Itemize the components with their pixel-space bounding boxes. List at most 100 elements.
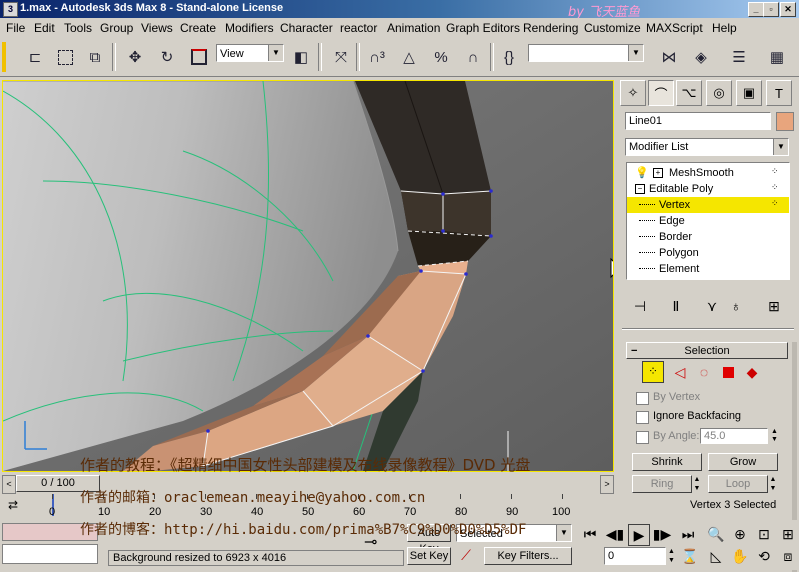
menu-views[interactable]: Views [141, 21, 173, 35]
stack-item-border[interactable]: Border [627, 229, 789, 245]
pin-stack-icon[interactable]: ⊣ [630, 296, 650, 316]
pan-icon[interactable]: ✋ [730, 546, 750, 566]
arc-rotate-icon[interactable]: ⟲ [754, 546, 774, 566]
frame-spinner[interactable]: ▲ ▼ [667, 547, 676, 565]
stack-item-editable-poly[interactable]: − Editable Poly ⁘ [627, 181, 789, 197]
current-frame-field[interactable]: 0 [604, 547, 666, 565]
reference-coordinate-combo[interactable]: View ▼ [216, 44, 284, 62]
collapse-minus-icon[interactable]: − [635, 184, 645, 194]
element-mode-icon[interactable]: ◆ [742, 362, 762, 382]
field-of-view-icon[interactable]: ◺ [706, 546, 726, 566]
previous-frame-icon[interactable]: ◀▮ [605, 524, 625, 544]
menu-customize[interactable]: Customize [584, 21, 641, 35]
grow-button[interactable]: Grow [708, 453, 778, 471]
zoom-extents-icon[interactable]: ⊡ [754, 524, 774, 544]
menu-reactor[interactable]: reactor [340, 21, 377, 35]
3ds-max-icon[interactable]: 3 [3, 2, 18, 17]
menu-edit[interactable]: Edit [34, 21, 55, 35]
key-filters-button[interactable]: Key Filters... [484, 547, 572, 565]
percent-snap-icon[interactable]: % [430, 46, 452, 68]
angle-spinner-arrows[interactable]: ▲ ▼ [770, 428, 779, 444]
edge-mode-icon[interactable]: ◁ [670, 362, 690, 382]
maximize-viewport-icon[interactable]: ⧈ [778, 546, 798, 566]
object-name-field[interactable]: Line01 [625, 112, 771, 130]
set-key-button[interactable]: Set Key [407, 547, 451, 565]
remove-modifier-icon[interactable]: ♁ [726, 296, 746, 316]
object-color-swatch[interactable] [776, 112, 794, 131]
modifier-stack[interactable]: 💡 + MeshSmooth ⁘ − Editable Poly ⁘ Verte… [626, 162, 790, 280]
polygon-mode-icon[interactable] [718, 362, 738, 382]
play-icon[interactable]: ▶ [628, 524, 650, 546]
stack-item-element[interactable]: Element [627, 261, 789, 277]
menu-character[interactable]: Character [280, 21, 333, 35]
angle-snap-icon[interactable]: △ [398, 46, 420, 68]
zoom-all-icon[interactable]: ⊕ [730, 524, 750, 544]
expand-plus-icon[interactable]: + [653, 168, 663, 178]
go-to-start-icon[interactable]: ⏮ [580, 524, 600, 544]
default-in-out-tangent-icon[interactable]: ⟋ [456, 547, 476, 565]
spinner-snap-icon[interactable]: ∩ [462, 46, 484, 68]
close-button[interactable]: ✕ [780, 2, 796, 17]
named-selection-set-combo[interactable]: ▼ [528, 44, 644, 62]
align-icon[interactable]: ◈ [690, 46, 712, 68]
select-by-name-icon[interactable]: ⧉ [84, 46, 106, 68]
maximize-button[interactable]: ▫ [763, 2, 779, 17]
move-icon[interactable]: ✥ [124, 46, 146, 68]
shrink-button[interactable]: Shrink [632, 453, 702, 471]
menu-animation[interactable]: Animation [387, 21, 440, 35]
menu-tools[interactable]: Tools [64, 21, 92, 35]
snaps-toggle-icon[interactable]: ∩³ [366, 46, 388, 68]
scale-icon[interactable] [188, 46, 210, 68]
ring-button[interactable]: Ring [632, 475, 692, 493]
time-configuration-icon[interactable]: ⌛ [680, 546, 700, 566]
schematic-view-icon[interactable]: ▦ [766, 46, 788, 68]
menu-graph-editors[interactable]: Graph Editors [446, 21, 520, 35]
stack-item-vertex[interactable]: Vertex ⁘ [627, 197, 789, 213]
stack-item-meshsmooth[interactable]: 💡 + MeshSmooth ⁘ [627, 165, 789, 181]
edit-named-selection-icon[interactable]: {} [498, 46, 520, 68]
angle-spinner-field[interactable]: 45.0 [700, 428, 768, 444]
zoom-icon[interactable]: 🔍 [706, 524, 726, 544]
ring-spinner[interactable]: ▲ ▼ [692, 475, 702, 493]
time-prev-arrow-icon[interactable]: < [2, 475, 16, 494]
select-link-icon[interactable]: ⊏ [24, 46, 46, 68]
ignore-backfacing-checkbox[interactable] [636, 411, 649, 424]
show-end-result-icon[interactable]: Ⅱ [666, 296, 686, 316]
mirror-icon[interactable]: ⋈ [658, 46, 680, 68]
hierarchy-tab-icon[interactable]: ⌥ [676, 80, 702, 106]
menu-group[interactable]: Group [100, 21, 133, 35]
layer-manager-icon[interactable]: ☰ [728, 46, 750, 68]
loop-button[interactable]: Loop [708, 475, 768, 493]
by-angle-checkbox[interactable] [636, 431, 649, 444]
go-to-end-icon[interactable]: ⏭ [678, 524, 698, 544]
select-manipulate-icon[interactable]: ⤧ [330, 46, 352, 68]
maxscript-input[interactable] [2, 544, 98, 564]
perspective-viewport[interactable] [2, 80, 614, 472]
create-tab-icon[interactable]: ✧ [620, 80, 646, 106]
menu-file[interactable]: File [6, 21, 25, 35]
modifier-list-combo[interactable]: Modifier List ▼ [625, 138, 789, 156]
selection-rollout-header[interactable]: − Selection [626, 342, 788, 359]
menu-maxscript[interactable]: MAXScript [646, 21, 703, 35]
next-frame-icon[interactable]: ▮▶ [652, 524, 672, 544]
zoom-extents-all-icon[interactable]: ⊞ [778, 524, 798, 544]
stack-item-edge[interactable]: Edge [627, 213, 789, 229]
by-vertex-checkbox[interactable] [636, 392, 649, 405]
menu-create[interactable]: Create [180, 21, 216, 35]
minimize-button[interactable]: _ [748, 2, 764, 17]
lightbulb-icon[interactable]: 💡 [635, 165, 649, 181]
toolbar-grip[interactable] [2, 42, 6, 72]
utilities-tab-icon[interactable]: T [766, 80, 792, 106]
motion-tab-icon[interactable]: ◎ [706, 80, 732, 106]
loop-spinner[interactable]: ▲ ▼ [768, 475, 778, 493]
make-unique-icon[interactable]: ⋎ [702, 296, 722, 316]
configure-modifier-sets-icon[interactable]: ⊞ [764, 296, 784, 316]
stack-item-polygon[interactable]: Polygon [627, 245, 789, 261]
time-next-arrow-icon[interactable]: > [600, 475, 614, 494]
rotate-icon[interactable]: ↻ [156, 46, 178, 68]
display-tab-icon[interactable]: ▣ [736, 80, 762, 106]
mini-curve-editor-icon[interactable]: ⇄ [8, 498, 24, 514]
region-select-icon[interactable] [54, 46, 76, 68]
modify-tab-icon[interactable]: ⌒ [648, 80, 674, 106]
pivot-center-icon[interactable]: ◧ [290, 46, 312, 68]
